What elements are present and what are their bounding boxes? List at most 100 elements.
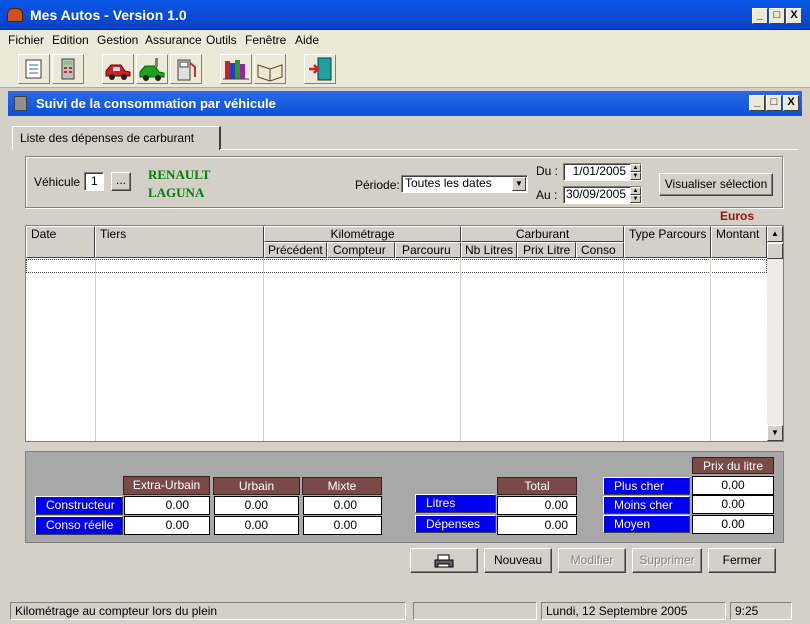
supprimer-button[interactable]: Supprimer xyxy=(632,548,702,573)
col-divider xyxy=(263,258,264,441)
col-parcouru[interactable]: Parcouru xyxy=(395,242,461,258)
fuel-pump-window-icon xyxy=(14,96,27,111)
col-compteur[interactable]: Compteur xyxy=(327,242,395,258)
col-prix-litre[interactable]: Prix Litre xyxy=(517,242,576,258)
moyen-value: 0.00 xyxy=(692,515,774,534)
header-total: Total xyxy=(497,477,577,495)
scroll-up-icon[interactable]: ▲ xyxy=(767,226,783,242)
vehicle-number-field[interactable]: 1 xyxy=(84,172,104,191)
col-precedent[interactable]: Précédent xyxy=(264,242,327,258)
plus-cher-value: 0.00 xyxy=(692,476,774,495)
status-panel-empty xyxy=(413,602,537,620)
tab-fuel-expenses[interactable]: Liste des dépenses de carburant xyxy=(12,126,221,150)
maximize-button[interactable]: □ xyxy=(769,8,785,24)
conso-reelle-extra-urbain-value: 0.00 xyxy=(124,516,210,535)
minimize-button[interactable]: _ xyxy=(752,8,768,24)
row-label-constructeur: Constructeur xyxy=(35,496,123,515)
toolbar xyxy=(0,50,810,88)
moins-cher-value: 0.00 xyxy=(692,495,774,514)
period-selected-value: Toutes les dates xyxy=(405,176,492,190)
app-title: Mes Autos - Version 1.0 xyxy=(30,7,187,23)
close-button[interactable]: X xyxy=(786,8,802,24)
table-row[interactable] xyxy=(26,259,767,273)
nouveau-button[interactable]: Nouveau xyxy=(484,548,552,573)
tab-divider xyxy=(220,149,798,150)
chevron-down-icon[interactable]: ▼ xyxy=(512,177,526,191)
service-button[interactable] xyxy=(136,54,168,84)
car-service-icon xyxy=(139,58,165,81)
currency-label: Euros xyxy=(720,209,755,223)
menu-aide[interactable]: Aide xyxy=(295,33,319,47)
document-icon xyxy=(25,59,42,79)
row-label-conso-reelle: Conso réelle xyxy=(35,516,123,535)
row-label-litres: Litres xyxy=(415,494,496,513)
to-date-spin-up-icon[interactable]: ▲ xyxy=(630,187,641,195)
menu-gestion[interactable]: Gestion xyxy=(97,33,138,47)
open-book-icon xyxy=(257,64,283,82)
header-extra-urbain: Extra-Urbain xyxy=(123,476,210,495)
exit-button[interactable] xyxy=(304,54,336,84)
vehicle-model: LAGUNA xyxy=(148,185,205,200)
print-button[interactable] xyxy=(410,548,478,573)
supprimer-label: Supprimer xyxy=(639,553,695,567)
cars-icon xyxy=(105,64,131,80)
row-label-plus-cher: Plus cher xyxy=(603,477,690,495)
menu-outils[interactable]: Outils xyxy=(206,33,237,47)
col-group-carburant: Carburant xyxy=(461,226,624,242)
calculator-button[interactable] xyxy=(52,54,84,84)
vehicle-make: RENAULT xyxy=(148,167,211,182)
modifier-button[interactable]: Modifier xyxy=(558,548,626,573)
to-date-label: Au : xyxy=(536,188,558,202)
row-label-moyen: Moyen xyxy=(603,515,690,533)
car-app-icon xyxy=(7,8,23,22)
vehicles-button[interactable] xyxy=(102,54,134,84)
books-icon xyxy=(223,60,249,80)
col-divider xyxy=(623,258,624,441)
from-date-spin-up-icon[interactable]: ▲ xyxy=(630,164,641,172)
status-date: Lundi, 12 Septembre 2005 xyxy=(541,602,726,620)
menu-assurance[interactable]: Assurance xyxy=(145,33,202,47)
app-titlebar[interactable]: Mes Autos - Version 1.0 _ □ X xyxy=(0,0,810,30)
document-button[interactable] xyxy=(18,54,50,84)
library-button[interactable] xyxy=(220,54,252,84)
col-nb-litres[interactable]: Nb Litres xyxy=(461,242,517,258)
from-date-spin-down-icon[interactable]: ▼ xyxy=(630,172,641,180)
constructeur-urbain-value: 0.00 xyxy=(214,496,299,515)
child-window-title: Suivi de la consommation par véhicule xyxy=(36,96,276,111)
period-select[interactable]: Toutes les dates ▼ xyxy=(401,175,528,193)
fuel-button[interactable] xyxy=(170,54,202,84)
menu-edition[interactable]: Edition xyxy=(52,33,89,47)
child-minimize-button[interactable]: _ xyxy=(749,95,765,111)
status-hint: Kilométrage au compteur lors du plein xyxy=(10,602,406,620)
visualize-selection-button[interactable]: Visualiser sélection xyxy=(659,173,773,196)
col-tiers[interactable]: Tiers xyxy=(95,226,264,258)
child-maximize-button[interactable]: □ xyxy=(766,95,782,111)
child-close-button[interactable]: X xyxy=(783,95,799,111)
modifier-label: Modifier xyxy=(570,553,614,567)
vehicle-browse-button[interactable]: ... xyxy=(111,172,131,191)
col-divider xyxy=(460,258,461,441)
col-divider xyxy=(95,258,96,441)
col-montant[interactable]: Montant xyxy=(711,226,767,258)
row-label-depenses: Dépenses xyxy=(415,515,496,533)
col-date[interactable]: Date xyxy=(26,226,95,258)
menu-fenetre[interactable]: Fenêtre xyxy=(245,33,286,47)
menu-bar: Fichier Edition Gestion Assurance Outils… xyxy=(0,30,810,50)
row-label-moins-cher: Moins cher xyxy=(603,496,690,514)
to-date-spin-down-icon[interactable]: ▼ xyxy=(630,195,641,203)
scroll-down-icon[interactable]: ▼ xyxy=(767,425,783,441)
journal-button[interactable] xyxy=(254,54,286,84)
menu-fichier[interactable]: Fichier xyxy=(8,33,44,47)
total-depenses-value: 0.00 xyxy=(497,516,577,535)
col-type-parcours[interactable]: Type Parcours xyxy=(624,226,711,258)
constructeur-extra-urbain-value: 0.00 xyxy=(124,496,210,515)
scroll-thumb[interactable] xyxy=(767,243,783,259)
child-window-titlebar[interactable]: Suivi de la consommation par véhicule _ … xyxy=(8,91,802,116)
col-conso[interactable]: Conso xyxy=(576,242,624,258)
exit-door-icon xyxy=(309,57,332,81)
printer-icon xyxy=(434,554,454,568)
fermer-button[interactable]: Fermer xyxy=(708,548,776,573)
status-bar: Kilométrage au compteur lors du plein Lu… xyxy=(0,599,810,624)
constructeur-mixte-value: 0.00 xyxy=(303,496,382,515)
header-urbain: Urbain xyxy=(213,477,300,495)
